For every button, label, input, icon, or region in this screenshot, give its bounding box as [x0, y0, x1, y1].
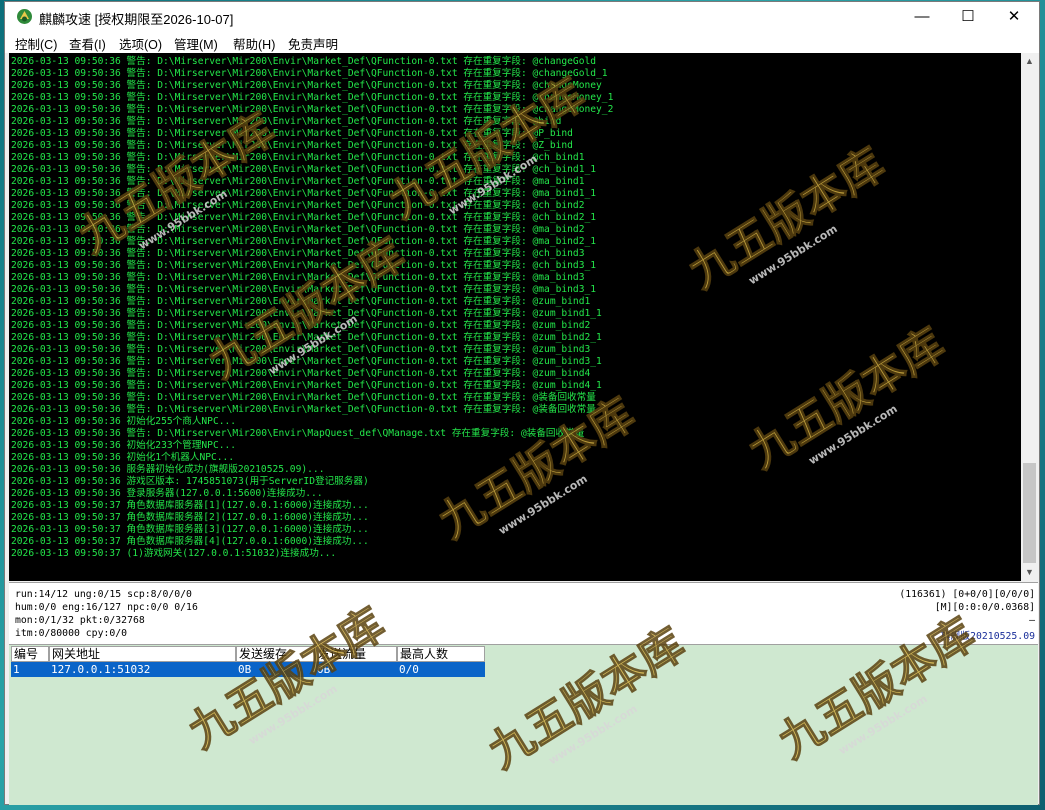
- status-hum: hum:0/0 eng:16/127 npc:0/0 0/16: [15, 602, 198, 613]
- log-line: 2026-03-13 09:50:37 角色数据库服务器[2](127.0.0.…: [11, 512, 369, 523]
- app-icon: [17, 9, 32, 24]
- log-line: 2026-03-13 09:50:36 警告: D:\Mirserver\Mir…: [11, 248, 585, 259]
- log-line: 2026-03-13 09:50:36 警告: D:\Mirserver\Mir…: [11, 140, 573, 151]
- log-line: 2026-03-13 09:50:36 警告: D:\Mirserver\Mir…: [11, 176, 585, 187]
- row-max-users: 0/0: [399, 663, 419, 676]
- menu-bar: 控制(C) 查看(I) 选项(O) 管理(M) 帮助(H) 免责声明: [5, 32, 1039, 53]
- log-line: 2026-03-13 09:50:36 游戏区版本: 1745851073(用于…: [11, 476, 369, 487]
- log-line: 2026-03-13 09:50:36 警告: D:\Mirserver\Mir…: [11, 356, 602, 367]
- log-line: 2026-03-13 09:50:36 警告: D:\Mirserver\Mir…: [11, 116, 562, 127]
- log-line: 2026-03-13 09:50:36 警告: D:\Mirserver\Mir…: [11, 296, 591, 307]
- menu-view[interactable]: 查看(I): [69, 34, 106, 53]
- log-line: 2026-03-13 09:50:36 初始化255个商人NPC...: [11, 416, 237, 427]
- status-timing: [M][0:0:0/0.0368]: [934, 602, 1035, 613]
- log-line: 2026-03-13 09:50:36 警告: D:\Mirserver\Mir…: [11, 92, 614, 103]
- menu-disclaimer[interactable]: 免责声明: [288, 34, 338, 53]
- gateway-panel: 编号 网关地址 发送缓存 发送流量 最高人数 1 127.0.0.1:51032…: [9, 644, 1038, 805]
- log-line: 2026-03-13 09:50:37 (1)游戏网关(127.0.0.1:51…: [11, 548, 337, 559]
- log-line: 2026-03-13 09:50:36 警告: D:\Mirserver\Mir…: [11, 272, 585, 283]
- log-line: 2026-03-13 09:50:36 警告: D:\Mirserver\Mir…: [11, 200, 585, 211]
- log-line: 2026-03-13 09:50:36 初始化233个管理NPC...: [11, 440, 237, 451]
- maximize-button[interactable]: ☐: [945, 2, 991, 32]
- status-dash: —: [1029, 615, 1035, 626]
- log-line: 2026-03-13 09:50:36 警告: D:\Mirserver\Mir…: [11, 80, 602, 91]
- log-line: 2026-03-13 09:50:36 警告: D:\Mirserver\Mir…: [11, 152, 585, 163]
- log-line: 2026-03-13 09:50:36 警告: D:\Mirserver\Mir…: [11, 284, 597, 295]
- row-send-cache: 0B: [238, 663, 252, 676]
- col-header-send-traffic[interactable]: 发送流量: [315, 646, 397, 662]
- log-console[interactable]: 2026-03-13 09:50:36 警告: D:\Mirserver\Mir…: [9, 53, 1021, 581]
- status-panel: run:14/12 ung:0/15 scp:8/0/0/0 hum:0/0 e…: [9, 582, 1038, 645]
- title-bar[interactable]: 麒麟攻速 [授权期限至2026-10-07] — ☐ ✕: [5, 2, 1039, 32]
- log-line: 2026-03-13 09:50:36 警告: D:\Mirserver\Mir…: [11, 224, 585, 235]
- scrollbar-thumb[interactable]: [1023, 463, 1036, 563]
- log-line: 2026-03-13 09:50:36 警告: D:\Mirserver\Mir…: [11, 164, 597, 175]
- col-header-send-cache[interactable]: 发送缓存: [236, 646, 315, 662]
- log-line: 2026-03-13 09:50:36 警告: D:\Mirserver\Mir…: [11, 56, 597, 67]
- row-id: 1: [13, 663, 20, 676]
- menu-control[interactable]: 控制(C): [15, 34, 57, 53]
- status-counters: (116361) [0+0/0][0/0/0]: [899, 589, 1035, 600]
- col-header-max-users[interactable]: 最高人数: [397, 646, 485, 662]
- log-line: 2026-03-13 09:50:36 警告: D:\Mirserver\Mir…: [11, 380, 602, 391]
- log-line: 2026-03-13 09:50:36 初始化1个机器人NPC...: [11, 452, 235, 463]
- log-line: 2026-03-13 09:50:36 警告: D:\Mirserver\Mir…: [11, 428, 585, 439]
- log-line: 2026-03-13 09:50:36 警告: D:\Mirserver\Mir…: [11, 404, 596, 415]
- minimize-button[interactable]: —: [899, 2, 945, 32]
- row-address: 127.0.0.1:51032: [51, 663, 151, 676]
- log-line: 2026-03-13 09:50:36 警告: D:\Mirserver\Mir…: [11, 320, 591, 331]
- log-line: 2026-03-13 09:50:37 角色数据库服务器[1](127.0.0.…: [11, 500, 369, 511]
- log-line: 2026-03-13 09:50:36 警告: D:\Mirserver\Mir…: [11, 332, 602, 343]
- table-row[interactable]: 1 127.0.0.1:51032 0B 0B 0/0: [11, 662, 485, 677]
- log-line: 2026-03-13 09:50:36 警告: D:\Mirserver\Mir…: [11, 308, 602, 319]
- log-line: 2026-03-13 09:50:36 警告: D:\Mirserver\Mir…: [11, 68, 608, 79]
- status-mon: mon:0/1/32 pkt:0/32768: [15, 615, 145, 626]
- log-line: 2026-03-13 09:50:37 角色数据库服务器[4](127.0.0.…: [11, 536, 369, 547]
- scroll-down-arrow-icon[interactable]: ▼: [1021, 564, 1038, 581]
- log-line: 2026-03-13 09:50:36 警告: D:\Mirserver\Mir…: [11, 392, 596, 403]
- col-header-address[interactable]: 网关地址: [49, 646, 236, 662]
- version-label: 旗舰版20210525.09: [940, 631, 1035, 642]
- log-line: 2026-03-13 09:50:36 警告: D:\Mirserver\Mir…: [11, 344, 591, 355]
- log-line: 2026-03-13 09:50:37 角色数据库服务器[3](127.0.0.…: [11, 524, 369, 535]
- log-line: 2026-03-13 09:50:36 警告: D:\Mirserver\Mir…: [11, 188, 597, 199]
- main-window: 麒麟攻速 [授权期限至2026-10-07] — ☐ ✕ 控制(C) 查看(I)…: [4, 1, 1040, 805]
- window-title: 麒麟攻速 [授权期限至2026-10-07]: [39, 12, 234, 27]
- row-send-traffic: 0B: [317, 663, 331, 676]
- menu-help[interactable]: 帮助(H): [233, 34, 275, 53]
- log-line: 2026-03-13 09:50:36 警告: D:\Mirserver\Mir…: [11, 104, 614, 115]
- close-button[interactable]: ✕: [991, 2, 1037, 32]
- log-line: 2026-03-13 09:50:36 警告: D:\Mirserver\Mir…: [11, 128, 573, 139]
- menu-manage[interactable]: 管理(M): [174, 34, 218, 53]
- log-line: 2026-03-13 09:50:36 登录服务器(127.0.0.1:5600…: [11, 488, 323, 499]
- log-line: 2026-03-13 09:50:36 警告: D:\Mirserver\Mir…: [11, 236, 597, 247]
- status-run: run:14/12 ung:0/15 scp:8/0/0/0: [15, 589, 192, 600]
- log-line: 2026-03-13 09:50:36 警告: D:\Mirserver\Mir…: [11, 368, 591, 379]
- log-line: 2026-03-13 09:50:36 警告: D:\Mirserver\Mir…: [11, 212, 597, 223]
- log-scrollbar[interactable]: ▲ ▼: [1021, 53, 1038, 581]
- log-line: 2026-03-13 09:50:36 警告: D:\Mirserver\Mir…: [11, 260, 597, 271]
- status-itm: itm:0/80000 cpy:0/0: [15, 628, 128, 639]
- log-line: 2026-03-13 09:50:36 服务器初始化成功(旗舰版20210525…: [11, 464, 325, 475]
- menu-options[interactable]: 选项(O): [119, 34, 162, 53]
- scroll-up-arrow-icon[interactable]: ▲: [1021, 53, 1038, 70]
- col-header-id[interactable]: 编号: [11, 646, 49, 662]
